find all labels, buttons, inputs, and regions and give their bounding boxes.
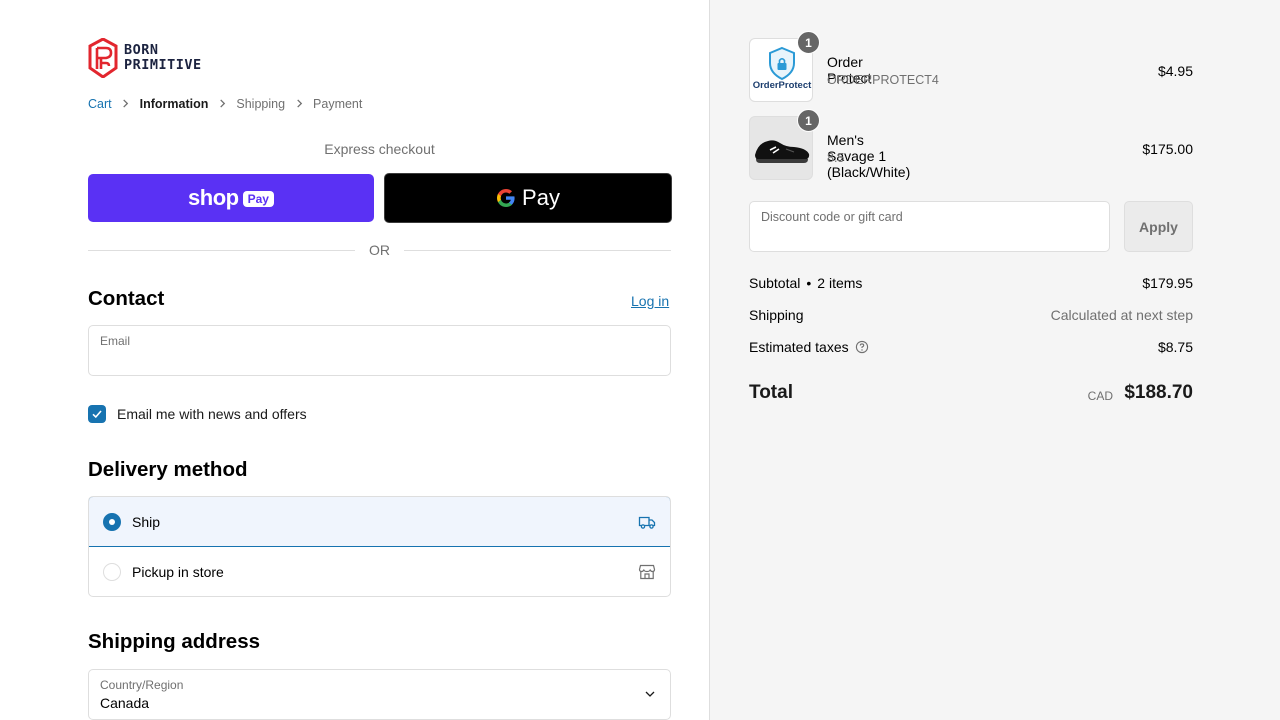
- newsletter-option[interactable]: Email me with news and offers: [88, 405, 307, 423]
- store-icon: [638, 564, 656, 580]
- total-value: $188.70: [1124, 382, 1193, 403]
- newsletter-label: Email me with news and offers: [117, 406, 307, 422]
- shipping-label: Shipping: [749, 307, 804, 323]
- ship-radio[interactable]: [103, 512, 121, 531]
- breadcrumb-shipping: Shipping: [236, 97, 286, 111]
- taxes-value: $8.75: [1157, 339, 1193, 355]
- order-protect-wordmark: OrderProtect: [752, 80, 812, 91]
- checkout-main: BORN PRIMITIVE Cart Information Shipping…: [0, 0, 709, 720]
- chevron-right-icon: [208, 97, 236, 111]
- shop-pay-wordmark: shop: [188, 185, 239, 210]
- item-variant: ORDERPROTECT4: [827, 73, 939, 87]
- brand-line-2: PRIMITIVE: [124, 57, 202, 73]
- brand-line-1: BORN: [124, 42, 159, 58]
- divider-line: [404, 249, 671, 251]
- taxes-label: Estimated taxes: [749, 339, 849, 355]
- country-label: Country/Region: [100, 678, 184, 692]
- google-pay-wordmark: Pay: [522, 185, 560, 210]
- brand-wordmark: BORN PRIMITIVE: [124, 43, 202, 73]
- currency-code: CAD: [1087, 389, 1113, 403]
- shipping-address-heading: Shipping address: [88, 630, 260, 653]
- shipping-row: Shipping Calculated at next step: [749, 307, 1193, 325]
- brand-logo-icon: [88, 38, 118, 78]
- delivery-method-group: Ship Pickup in store: [88, 496, 671, 597]
- brand-logo[interactable]: BORN PRIMITIVE: [88, 38, 202, 78]
- google-pay-button[interactable]: Pay: [384, 173, 672, 223]
- apply-discount-button[interactable]: Apply: [1124, 201, 1193, 252]
- breadcrumb-cart[interactable]: Cart: [88, 97, 112, 111]
- or-divider: OR: [88, 241, 671, 259]
- delivery-option-ship[interactable]: Ship: [89, 497, 670, 547]
- discount-placeholder: Discount code or gift card: [761, 210, 903, 224]
- chevron-right-icon: [112, 97, 140, 111]
- breadcrumb-payment: Payment: [313, 97, 363, 111]
- subtotal-label: Subtotal: [749, 275, 801, 291]
- country-value: Canada: [100, 695, 150, 711]
- pickup-label: Pickup in store: [132, 564, 224, 580]
- breadcrumb-information: Information: [139, 97, 209, 111]
- shipping-value: Calculated at next step: [1050, 307, 1193, 323]
- or-text: OR: [369, 242, 390, 258]
- total-row: Total CAD $188.70: [749, 381, 1193, 407]
- truck-icon: [638, 516, 656, 529]
- google-g-icon: [497, 189, 515, 207]
- chevron-right-icon: [285, 97, 313, 111]
- item-price: $175.00: [1142, 141, 1193, 157]
- email-label: Email: [100, 334, 131, 348]
- bullet-separator: •: [806, 275, 812, 291]
- express-checkout-label: Express checkout: [324, 141, 435, 157]
- divider-line: [88, 249, 355, 251]
- email-field[interactable]: Email: [88, 325, 671, 376]
- total-label: Total: [749, 382, 793, 403]
- chevron-down-icon: [645, 691, 655, 697]
- item-price: $4.95: [1157, 63, 1193, 79]
- item-variant: 8.5: [827, 151, 845, 165]
- delivery-option-pickup[interactable]: Pickup in store: [89, 547, 670, 596]
- pickup-radio[interactable]: [103, 563, 121, 581]
- quantity-badge: 1: [797, 109, 820, 132]
- discount-code-input[interactable]: Discount code or gift card: [749, 201, 1110, 252]
- subtotal-label-group: Subtotal • 2 items: [749, 275, 862, 291]
- taxes-row: Estimated taxes $8.75: [749, 339, 1193, 357]
- subtotal-value: $179.95: [1142, 275, 1193, 291]
- ship-label: Ship: [132, 513, 161, 530]
- checkmark-icon: [92, 410, 102, 419]
- shop-pay-button[interactable]: shop Pay: [88, 174, 374, 222]
- shop-pay-pill: Pay: [242, 191, 274, 207]
- delivery-heading: Delivery method: [88, 458, 248, 481]
- subtotal-item-count: 2 items: [817, 275, 863, 291]
- login-link[interactable]: Log in: [631, 293, 669, 309]
- breadcrumb: Cart Information Shipping Payment: [88, 96, 362, 112]
- taxes-label-group: Estimated taxes: [749, 339, 869, 355]
- newsletter-checkbox[interactable]: [88, 405, 106, 423]
- contact-heading: Contact: [88, 287, 165, 310]
- country-select[interactable]: Country/Region Canada: [88, 669, 671, 720]
- subtotal-row: Subtotal • 2 items $179.95: [749, 275, 1193, 293]
- quantity-badge: 1: [797, 31, 820, 54]
- order-summary: OrderProtect 1 Order Protect ORDERPROTEC…: [709, 0, 1280, 720]
- help-icon[interactable]: [855, 340, 869, 354]
